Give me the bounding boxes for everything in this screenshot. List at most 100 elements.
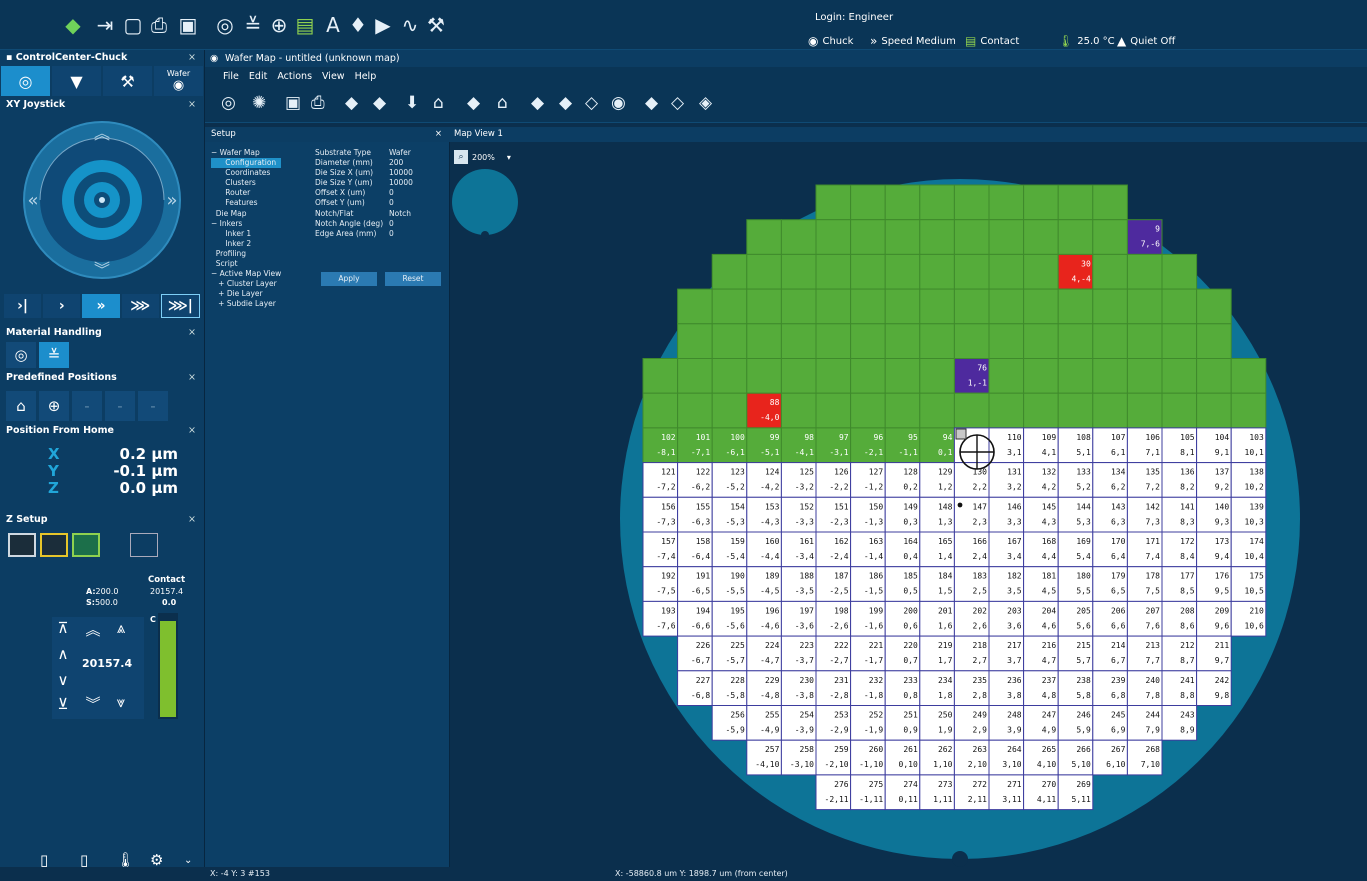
die[interactable]: 143 6,3 — [1092, 496, 1128, 533]
die[interactable] — [919, 288, 955, 325]
die[interactable] — [1126, 288, 1163, 325]
die[interactable]: 164 0,4 — [884, 531, 921, 568]
probe-tab[interactable]: ⚒ — [103, 66, 152, 96]
die[interactable]: 263 2,10 — [953, 739, 990, 776]
tree-item[interactable]: Configuration — [211, 158, 282, 169]
die[interactable] — [919, 323, 955, 360]
die[interactable] — [919, 253, 955, 290]
die[interactable]: 260 -1,10 — [850, 739, 886, 776]
die[interactable]: 212 8,7 — [1161, 635, 1198, 672]
wafer-thumbnail[interactable] — [452, 169, 518, 235]
die[interactable]: 240 7,8 — [1126, 670, 1163, 706]
die[interactable]: 258 -3,10 — [780, 739, 817, 776]
menu-help[interactable]: Help — [355, 71, 377, 82]
close-icon[interactable]: × — [188, 370, 196, 385]
die[interactable]: 203 3,6 — [988, 600, 1025, 637]
die[interactable]: 227 -6,8 — [677, 670, 713, 706]
die[interactable]: 128 0,2 — [884, 462, 921, 498]
die[interactable] — [850, 323, 886, 360]
speed-slow-button[interactable]: › — [43, 294, 81, 318]
die[interactable] — [953, 253, 990, 290]
die[interactable] — [1023, 184, 1059, 221]
xy-joystick[interactable]: ︽ ︾ « » — [0, 112, 204, 287]
die[interactable]: 246 5,9 — [1057, 705, 1094, 741]
die[interactable] — [711, 253, 748, 290]
step-next-icon[interactable]: ◆ — [373, 93, 386, 113]
die-info-icon[interactable]: ◆ — [467, 93, 480, 113]
die[interactable]: 166 2,4 — [953, 531, 990, 568]
die[interactable]: 133 5,2 — [1057, 462, 1094, 498]
die[interactable]: 121 -7,2 — [642, 462, 679, 498]
die[interactable]: 234 1,8 — [919, 670, 955, 706]
die[interactable]: 201 1,6 — [919, 600, 955, 637]
die[interactable] — [1023, 323, 1059, 360]
die[interactable]: 224 -4,7 — [746, 635, 782, 672]
map-view[interactable]: ⌕ 200% ▾ 9 7,-6 30 4,-4 76 1,-1 88 -4,0 102 -8,1 101… — [450, 142, 1367, 867]
die[interactable]: 220 0,7 — [884, 635, 921, 672]
z-separation-button[interactable] — [8, 533, 36, 557]
die[interactable]: 210 10,6 — [1230, 600, 1267, 637]
die[interactable]: 140 9,3 — [1196, 496, 1232, 533]
die[interactable]: 197 -3,6 — [780, 600, 817, 637]
select-die-icon[interactable]: ◇ — [585, 93, 598, 113]
die[interactable]: 256 -5,9 — [711, 705, 748, 741]
die[interactable] — [746, 323, 782, 360]
die[interactable]: 180 5,5 — [1057, 566, 1094, 602]
signal-icon[interactable]: ∿ — [397, 12, 423, 38]
die[interactable] — [988, 288, 1025, 325]
tree-item[interactable]: Inker 1 — [211, 229, 281, 239]
apply-button[interactable]: Apply — [321, 272, 377, 286]
die[interactable] — [1092, 184, 1128, 221]
print-icon[interactable]: ⎙ — [311, 93, 325, 113]
die[interactable]: 208 8,6 — [1161, 600, 1198, 637]
die[interactable]: 101 -7,1 — [677, 427, 713, 464]
die[interactable]: 103 10,1 — [1230, 427, 1267, 464]
save-icon[interactable]: ▣ — [285, 93, 301, 113]
die[interactable]: 215 5,7 — [1057, 635, 1094, 672]
die[interactable]: 232 -1,8 — [850, 670, 886, 706]
property-value[interactable]: 0 — [389, 219, 394, 229]
die[interactable] — [988, 392, 1025, 429]
die-check-icon[interactable]: ⌂ — [497, 93, 508, 113]
tree-item[interactable]: − Wafer Map — [211, 148, 281, 158]
die[interactable]: 122 -6,2 — [677, 462, 713, 498]
die[interactable] — [884, 288, 921, 325]
die[interactable]: 150 -1,3 — [850, 496, 886, 533]
die[interactable] — [642, 392, 679, 429]
die[interactable] — [884, 253, 921, 290]
die[interactable]: 247 4,9 — [1023, 705, 1059, 741]
property-value[interactable]: 0 — [389, 198, 394, 208]
die[interactable]: 138 10,2 — [1230, 462, 1267, 498]
die[interactable]: 160 -4,4 — [746, 531, 782, 568]
die[interactable] — [1092, 219, 1128, 255]
die[interactable]: 209 9,6 — [1196, 600, 1232, 637]
die[interactable]: 214 6,7 — [1092, 635, 1128, 672]
die[interactable]: 276 -2,11 — [815, 774, 852, 811]
die[interactable] — [815, 392, 852, 429]
die[interactable]: 149 0,3 — [884, 496, 921, 533]
die[interactable]: 238 5,8 — [1057, 670, 1094, 706]
die[interactable]: 190 -5,5 — [711, 566, 748, 602]
die[interactable]: 178 7,5 — [1126, 566, 1163, 602]
tree-item[interactable]: Profiling — [211, 249, 281, 259]
die[interactable]: 218 2,7 — [953, 635, 990, 672]
die[interactable]: 250 1,9 — [919, 705, 955, 741]
die[interactable] — [1230, 392, 1267, 429]
die[interactable]: 200 0,6 — [884, 600, 921, 637]
die[interactable]: 205 5,6 — [1057, 600, 1094, 637]
die[interactable] — [815, 358, 852, 394]
die[interactable]: 192 -7,5 — [642, 566, 679, 602]
open-map-icon[interactable]: ✺ — [252, 93, 266, 113]
die[interactable]: 265 4,10 — [1023, 739, 1059, 776]
die[interactable]: 229 -4,8 — [746, 670, 782, 706]
die[interactable]: 213 7,7 — [1126, 635, 1163, 672]
die[interactable]: 172 8,4 — [1161, 531, 1198, 568]
die[interactable] — [711, 288, 748, 325]
property-value[interactable]: Notch — [389, 209, 411, 219]
die[interactable]: 221 -1,7 — [850, 635, 886, 672]
die[interactable] — [953, 184, 990, 221]
die[interactable] — [1023, 288, 1059, 325]
die[interactable]: 96 -2,1 — [850, 427, 886, 464]
die[interactable]: 147 2,3 — [953, 496, 990, 533]
die[interactable]: 177 8,5 — [1161, 566, 1198, 602]
